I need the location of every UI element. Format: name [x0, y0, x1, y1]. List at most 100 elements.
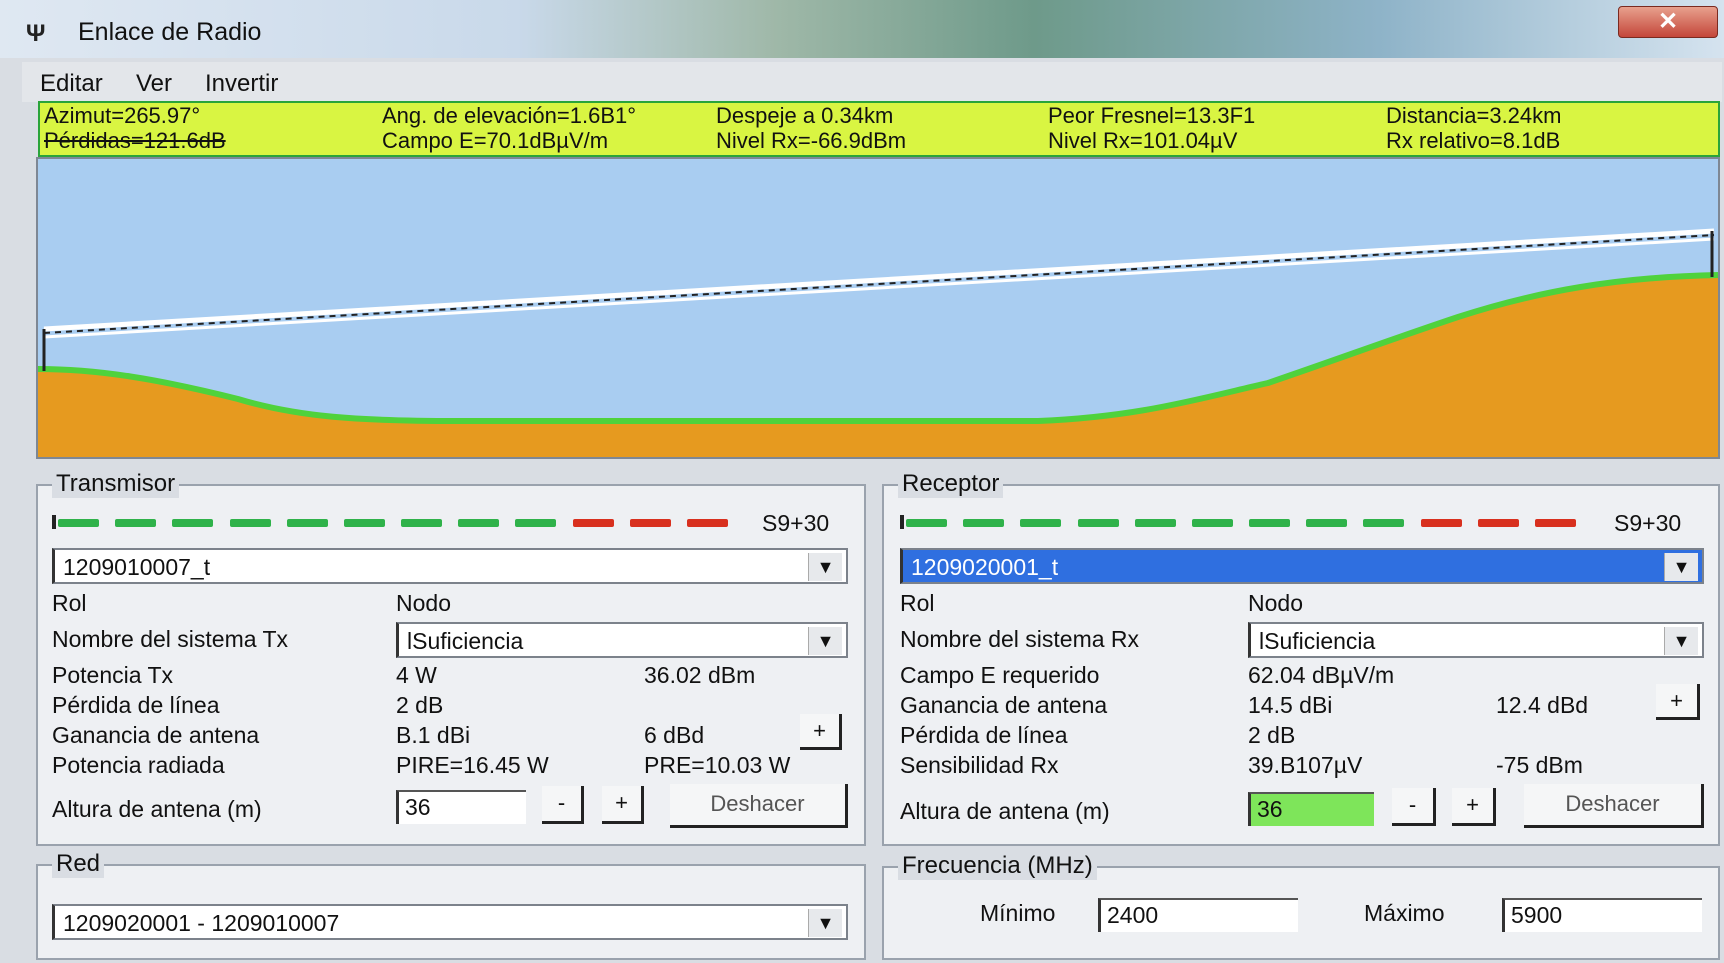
tx-altura-value: 36 — [405, 794, 431, 820]
meter-segment — [1534, 519, 1576, 527]
stat-rx-relativo: Rx relativo=8.1dB — [1386, 128, 1561, 153]
meter-segment — [1134, 519, 1176, 527]
chevron-down-icon[interactable]: ▼ — [808, 627, 842, 655]
meter-segment — [963, 519, 1005, 527]
frecuencia-maximo-value: 5900 — [1511, 902, 1563, 928]
meter-segment — [1191, 519, 1233, 527]
rx-ganancia-dbi: 14.5 dBi — [1248, 692, 1333, 718]
menu-editar[interactable]: Editar — [40, 70, 103, 98]
rx-perdida-value: 2 dB — [1248, 722, 1296, 748]
rx-altura-value: 36 — [1257, 796, 1283, 822]
tx-unit-select[interactable]: 1209010007_t ▼ — [52, 548, 848, 584]
stat-nivel-rx-dbm: Nivel Rx=-66.9dBm — [716, 128, 907, 153]
frecuencia-maximo-input[interactable]: 5900 — [1502, 898, 1702, 932]
meter-segment — [629, 519, 671, 527]
rx-campo-value: 62.04 dBµV/m — [1248, 662, 1395, 688]
meter-segment — [58, 519, 100, 527]
receptor-panel: Receptor S9+30 1209020001_t ▼ Rol Nodo N… — [882, 470, 1720, 846]
link-stats-bar: Azimut=265.97° Pérdidas=121.6dB Ang. de … — [38, 101, 1720, 157]
transmisor-legend: Transmisor — [52, 470, 180, 498]
tx-ganancia-dbi: B.1 dBi — [396, 722, 471, 748]
rx-sistema-select[interactable]: lSuficiencia ▼ — [1248, 622, 1704, 658]
rx-ganancia-plus-button[interactable]: + — [1656, 684, 1700, 720]
meter-segment — [1420, 519, 1462, 527]
rx-sistema-label: Nombre del sistema Rx — [900, 626, 1140, 652]
antenna-icon: Ψ — [26, 20, 46, 47]
red-select[interactable]: 1209020001 - 1209010007 ▼ — [52, 904, 848, 940]
receptor-legend: Receptor — [898, 470, 1004, 498]
meter-segment — [1020, 519, 1062, 527]
meter-start-cap — [900, 515, 904, 529]
chevron-down-icon[interactable]: ▼ — [808, 553, 842, 581]
tx-altura-minus-button[interactable]: - — [542, 786, 584, 824]
tx-level-meter — [52, 515, 728, 529]
frecuencia-minimo-label: Mínimo — [980, 900, 1056, 926]
menu-ver[interactable]: Ver — [136, 70, 172, 98]
rx-sensibilidad-dbm: -75 dBm — [1496, 752, 1583, 778]
stat-campo-e: Campo E=70.1dBµV/m — [382, 128, 609, 153]
frecuencia-minimo-input[interactable]: 2400 — [1098, 898, 1298, 932]
meter-segment — [1077, 519, 1119, 527]
frecuencia-legend: Frecuencia (MHz) — [898, 852, 1097, 880]
tx-deshacer-button[interactable]: Deshacer — [670, 784, 848, 828]
title-bar: Ψ Enlace de Radio ✕ — [0, 0, 1724, 58]
tx-potencia-w: 4 W — [396, 662, 437, 688]
meter-segment — [115, 519, 157, 527]
tx-altura-label: Altura de antena (m) — [52, 796, 262, 822]
rx-perdida-label: Pérdida de línea — [900, 722, 1068, 748]
frecuencia-minimo-value: 2400 — [1107, 902, 1159, 928]
tx-altura-input[interactable]: 36 — [396, 790, 526, 824]
tx-ganancia-plus-button[interactable]: + — [800, 714, 842, 750]
menu-invertir[interactable]: Invertir — [205, 70, 278, 98]
meter-segment — [572, 519, 614, 527]
tx-ganancia-dbd: 6 dBd — [644, 722, 705, 748]
window-title: Enlace de Radio — [78, 18, 262, 46]
transmisor-panel: Transmisor S9+30 1209010007_t ▼ Rol Nodo… — [36, 470, 866, 846]
tx-rol-label: Rol — [52, 590, 87, 616]
menu-bar: Editar Ver Invertir — [22, 62, 1722, 102]
tx-pre: PRE=10.03 W — [644, 752, 791, 778]
meter-segment — [1306, 519, 1348, 527]
rx-rol-value: Nodo — [1248, 590, 1303, 616]
red-legend: Red — [52, 850, 105, 878]
meter-segment — [1477, 519, 1519, 527]
rx-altura-input[interactable]: 36 — [1248, 792, 1374, 826]
stat-azimut: Azimut=265.97° — [44, 103, 201, 128]
stat-distancia: Distancia=3.24km — [1386, 103, 1562, 128]
rx-altura-minus-button[interactable]: - — [1392, 788, 1436, 826]
tx-sistema-label: Nombre del sistema Tx — [52, 626, 289, 652]
stat-despeje: Despeje a 0.34km — [716, 103, 894, 128]
rx-altura-label: Altura de antena (m) — [900, 798, 1110, 824]
tx-potencia-dbm: 36.02 dBm — [644, 662, 756, 688]
rx-unit-select[interactable]: 1209020001_t ▼ — [900, 548, 1704, 584]
meter-segment — [686, 519, 728, 527]
rx-deshacer-button[interactable]: Deshacer — [1524, 784, 1704, 828]
meter-segment — [1249, 519, 1291, 527]
chevron-down-icon[interactable]: ▼ — [1664, 627, 1698, 655]
tx-potencia-rad-label: Potencia radiada — [52, 752, 225, 778]
meter-segment — [906, 519, 948, 527]
chevron-down-icon[interactable]: ▼ — [1664, 553, 1698, 581]
rx-altura-plus-button[interactable]: + — [1452, 788, 1496, 826]
meter-segment — [343, 519, 385, 527]
tx-sistema-select[interactable]: lSuficiencia ▼ — [396, 622, 848, 658]
rx-ganancia-label: Ganancia de antena — [900, 692, 1108, 718]
stat-ang-elevacion: Ang. de elevación=1.6B1° — [382, 103, 637, 128]
rx-campo-label: Campo E requerido — [900, 662, 1100, 688]
red-panel: Red 1209020001 - 1209010007 ▼ — [36, 850, 866, 960]
tx-altura-plus-button[interactable]: + — [602, 786, 644, 824]
frecuencia-maximo-label: Máximo — [1364, 900, 1445, 926]
stat-peor-fresnel: Peor Fresnel=13.3F1 — [1048, 103, 1256, 128]
radio-link-window: Ψ Enlace de Radio ✕ Editar Ver Invertir … — [0, 0, 1724, 963]
rx-sistema-value: lSuficiencia — [1259, 628, 1376, 654]
close-button[interactable]: ✕ — [1618, 6, 1718, 38]
tx-perdida-value: 2 dB — [396, 692, 444, 718]
tx-ganancia-label: Ganancia de antena — [52, 722, 260, 748]
terrain-profile-graph — [38, 159, 1718, 457]
frecuencia-panel: Frecuencia (MHz) Mínimo 2400 Máximo 5900 — [882, 852, 1720, 960]
tx-pire: PIRE=16.45 W — [396, 752, 549, 778]
chevron-down-icon[interactable]: ▼ — [808, 909, 842, 937]
rx-sensibilidad-uv: 39.B107µV — [1248, 752, 1363, 778]
tx-unit-value: 1209010007_t — [63, 554, 211, 580]
meter-segment — [458, 519, 500, 527]
